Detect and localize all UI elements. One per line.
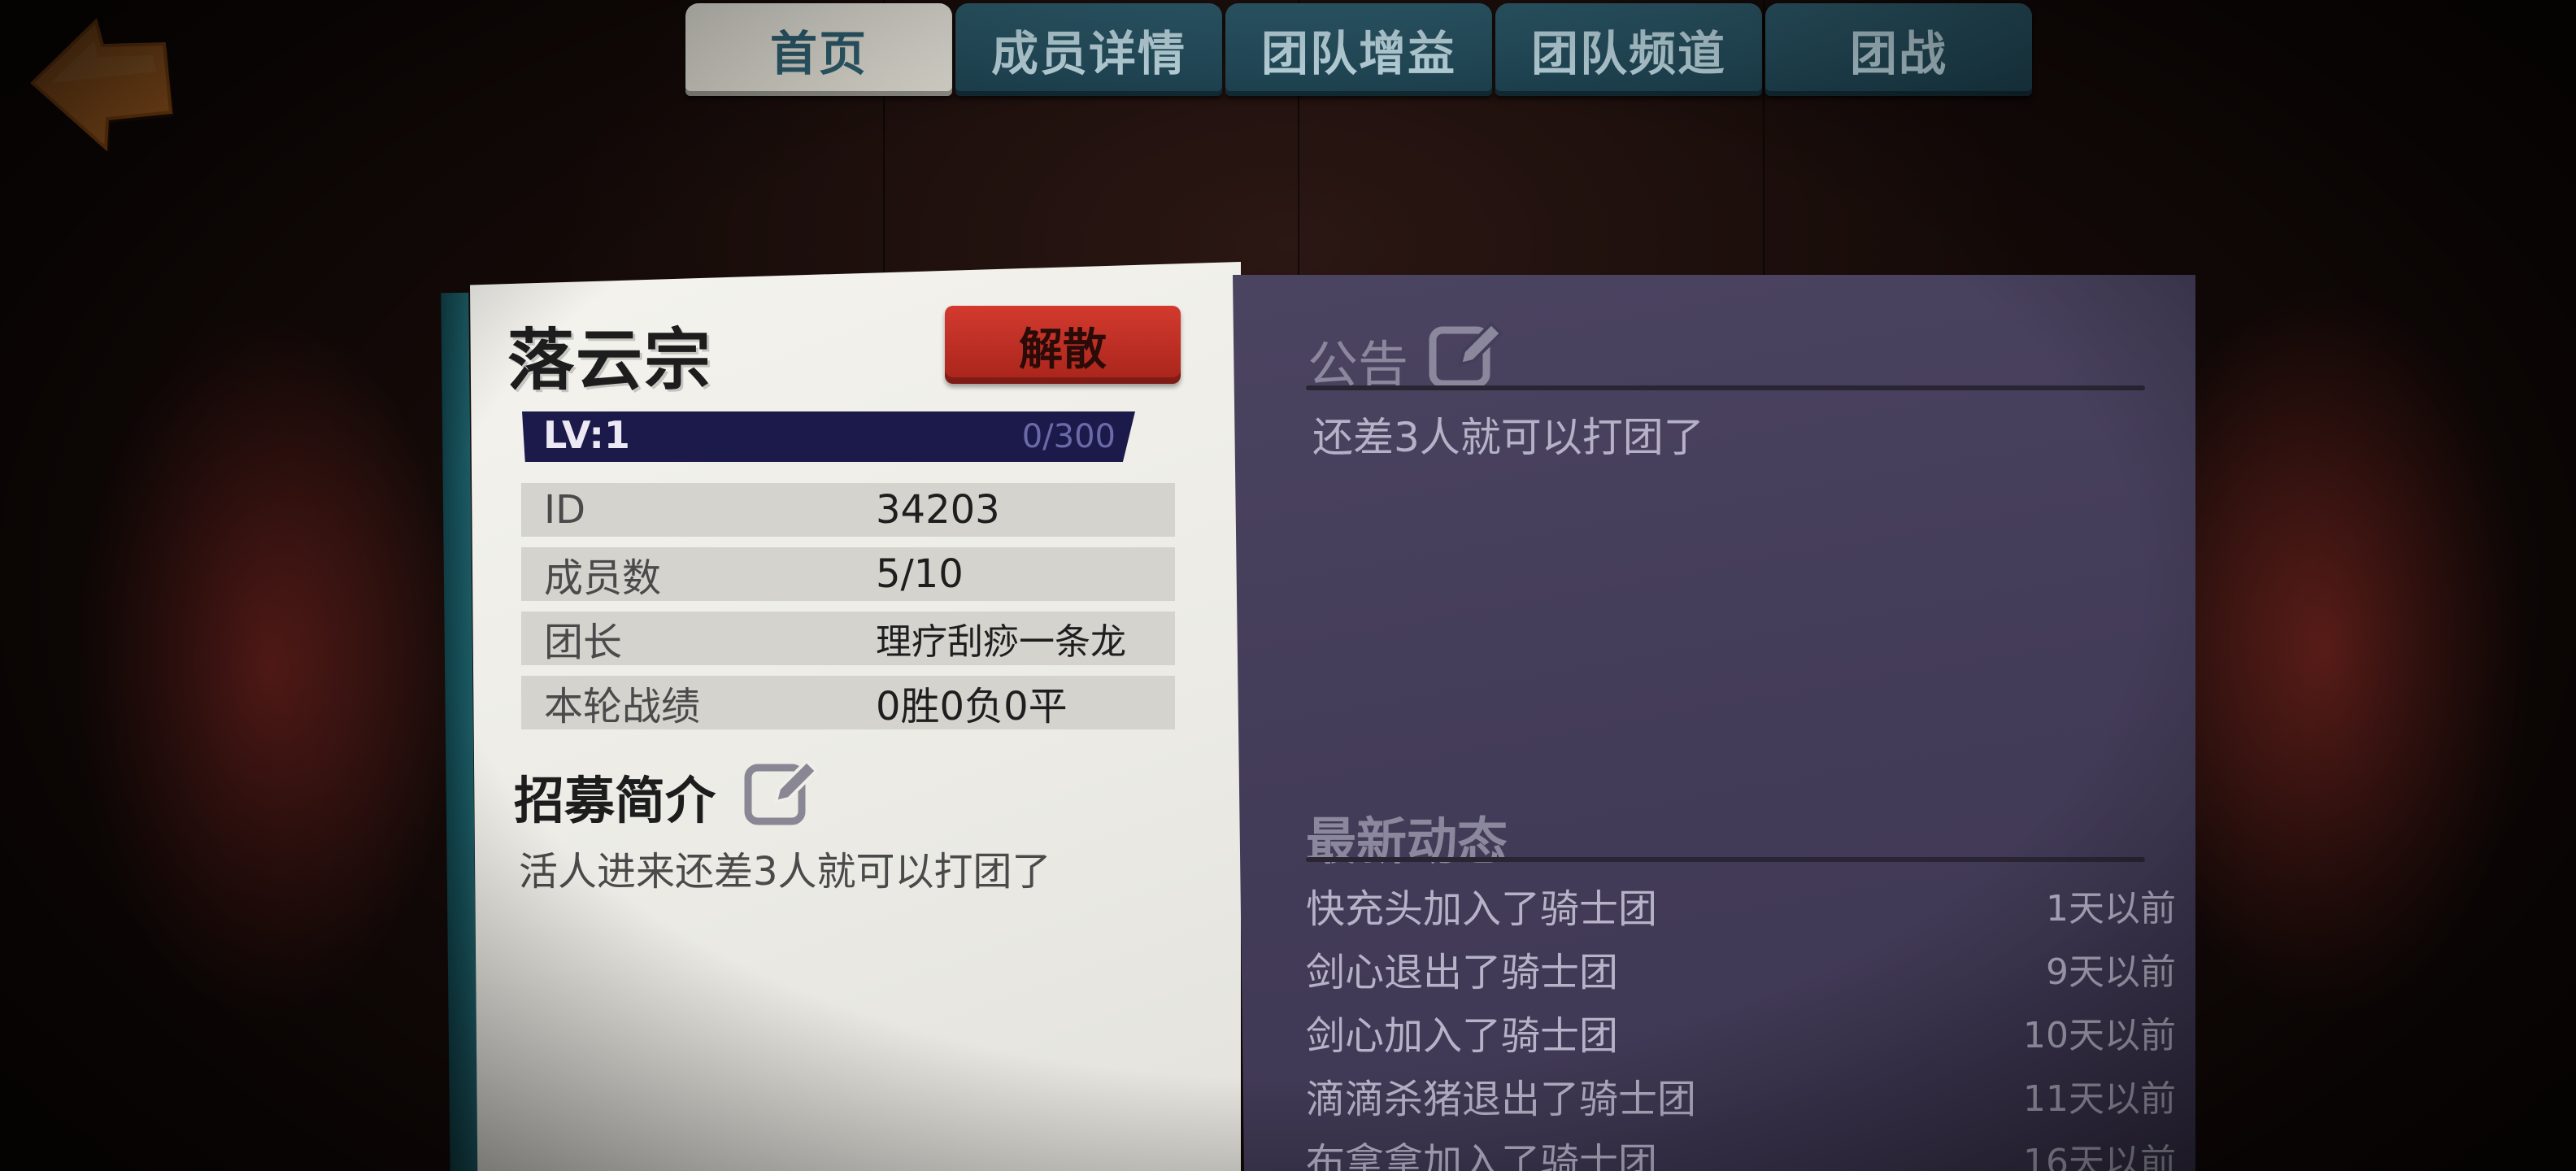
info-key: ID — [544, 487, 586, 533]
news-text: 快充头加入了骑士团 — [1306, 886, 1658, 932]
notice-text: 还差3人就可以打团了 — [1312, 414, 1704, 461]
news-text: 滴滴杀猪退出了骑士团 — [1306, 1077, 1697, 1122]
edit-icon — [744, 759, 819, 825]
list-item: 剑心退出了骑士团 9天以前 — [1306, 937, 2176, 1000]
info-value: 理疗刮痧一条龙 — [876, 621, 1126, 663]
tab-team-buffs[interactable]: 团队增益 — [1225, 3, 1492, 96]
disband-button[interactable]: 解散 — [945, 306, 1181, 384]
list-item: 布拿拿加入了骑士团 16天以前 — [1306, 1127, 2176, 1171]
recruit-edit-button[interactable] — [743, 753, 820, 829]
tab-team-battle[interactable]: 团战 — [1765, 3, 2032, 96]
info-row-members: 成员数 5/10 — [521, 547, 1175, 601]
info-row-id: ID 34203 — [521, 483, 1175, 537]
list-item: 滴滴杀猪退出了骑士团 11天以前 — [1306, 1064, 2176, 1127]
news-time: 10天以前 — [2023, 1015, 2176, 1056]
info-key: 团长 — [544, 620, 623, 665]
news-time: 1天以前 — [2046, 888, 2176, 929]
top-tab-bar: 首页 成员详情 团队增益 团队频道 团战 — [685, 3, 2032, 99]
info-value: 34203 — [876, 487, 1000, 533]
game-screen: 首页 成员详情 团队增益 团队频道 团战 落云宗 解散 LV:1 0/300 I… — [0, 0, 2576, 1171]
guild-name: 落云宗 — [507, 322, 713, 399]
back-arrow-icon — [30, 18, 174, 152]
list-item: 剑心加入了骑士团 10天以前 — [1306, 1000, 2176, 1064]
news-time: 11天以前 — [2023, 1078, 2176, 1120]
back-button[interactable] — [28, 15, 174, 153]
level-progress-text: 0/300 — [1021, 418, 1116, 455]
info-key: 成员数 — [544, 555, 662, 601]
edit-icon — [1429, 321, 1503, 388]
news-text: 布拿拿加入了骑士团 — [1306, 1140, 1658, 1171]
divider — [1306, 857, 2145, 862]
divider — [1306, 385, 2145, 390]
news-list: 快充头加入了骑士团 1天以前 剑心退出了骑士团 9天以前 剑心加入了骑士团 10… — [1306, 873, 2176, 1171]
tab-member-details[interactable]: 成员详情 — [955, 3, 1222, 96]
info-row-record: 本轮战绩 0胜0负0平 — [521, 676, 1175, 729]
tab-team-channel[interactable]: 团队频道 — [1495, 3, 1762, 96]
tab-home[interactable]: 首页 — [685, 3, 952, 96]
notice-edit-button[interactable] — [1428, 316, 1504, 392]
info-row-leader: 团长 理疗刮痧一条龙 — [521, 612, 1175, 665]
list-item: 快充头加入了骑士团 1天以前 — [1306, 873, 2176, 937]
news-text: 剑心加入了骑士团 — [1306, 1013, 1619, 1059]
news-title: 最新动态 — [1306, 812, 1508, 871]
level-label: LV:1 — [543, 413, 630, 457]
recruit-title: 招募简介 — [514, 771, 716, 830]
news-time: 9天以前 — [2046, 951, 2176, 993]
info-key: 本轮战绩 — [544, 684, 701, 729]
news-time: 16天以前 — [2023, 1142, 2176, 1171]
info-value: 0胜0负0平 — [876, 684, 1068, 729]
guild-info-table: ID 34203 成员数 5/10 团长 理疗刮痧一条龙 本轮战绩 0胜0负0平 — [521, 483, 1175, 740]
info-value: 5/10 — [876, 551, 964, 597]
recruit-text: 活人进来还差3人就可以打团了 — [519, 849, 1051, 895]
news-text: 剑心退出了骑士团 — [1306, 950, 1619, 995]
